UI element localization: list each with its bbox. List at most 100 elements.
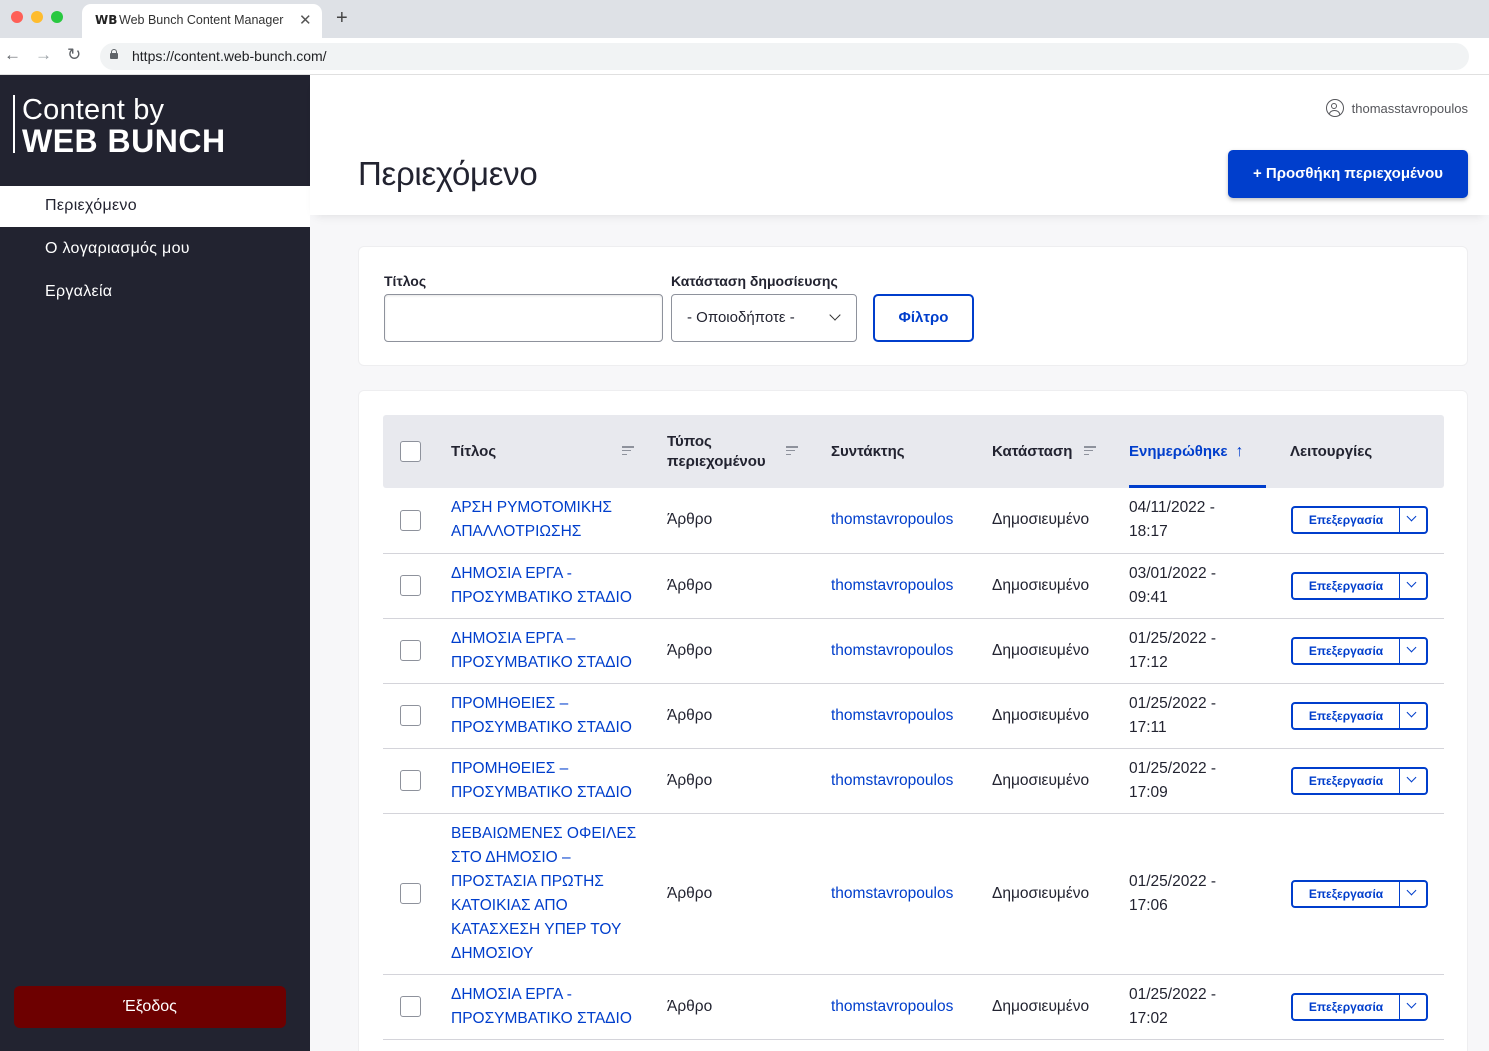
reload-icon[interactable]: ↻ [67, 45, 81, 65]
chevron-down-icon [1406, 642, 1417, 652]
page-title: Περιεχόμενο [358, 155, 538, 192]
row-title-link[interactable]: ΒΕΒΑΙΩΜΕΝΕΣ ΟΦΕΙΛΕΣ ΣΤΟ ΔΗΜΟΣΙΟ – ΠΡΟΣΤΑΣΙ… [451, 822, 667, 966]
title-filter-input[interactable] [384, 294, 663, 342]
back-arrow-icon[interactable]: ← [4, 45, 21, 65]
row-title-line: ΑΡΣΗ ΡΥΜΟΤΟΜΙΚΗΣ [451, 499, 612, 517]
operations-dropdown-button[interactable] [1400, 574, 1426, 598]
window-zoom-dot[interactable] [51, 11, 63, 23]
row-author-link[interactable]: thomstavropoulos [831, 511, 953, 528]
header-content-type[interactable]: Τύπος περιεχομένου [667, 415, 831, 488]
header-operations-label: Λειτουργίες [1290, 442, 1373, 460]
content-table-panel: Τίτλος Τύπος περιεχομένου Συντάκτης Κατά… [358, 390, 1468, 1051]
operations-dropdown-button[interactable] [1400, 508, 1426, 532]
row-author-link[interactable]: thomstavropoulos [831, 885, 953, 902]
logout-button[interactable]: Έξοδος [14, 986, 286, 1028]
row-updated-date: 01/25/2022 - [1129, 872, 1217, 890]
forward-arrow-icon[interactable]: → [35, 45, 52, 65]
row-checkbox[interactable] [400, 882, 421, 904]
url-field[interactable]: https://content.web-bunch.com/ [100, 43, 1469, 70]
edit-button[interactable]: Επεξεργασία [1293, 703, 1400, 728]
row-checkbox[interactable] [400, 574, 421, 596]
row-updated-date: 04/11/2022 - [1129, 499, 1215, 517]
table-header-row: Τίτλος Τύπος περιεχομένου Συντάκτης Κατά… [383, 415, 1444, 488]
row-updated-time: 17:09 [1129, 783, 1168, 801]
table-body: ΑΡΣΗ ΡΥΜΟΤΟΜΙΚΗΣ ΑΠΑΛΛΟΤΡΙΩΣΗΣ Άρθρο thom… [383, 488, 1444, 1040]
row-title-link[interactable]: ΔΗΜΟΣΙΑ ΕΡΓΑ - ΠΡΟΣΥΜΒΑΤΙΚΟ ΣΤΑΔΙΟ [451, 983, 667, 1031]
sidebar-item-my-account[interactable]: Ο λογαριασμός μου [0, 229, 310, 270]
row-title-link[interactable]: ΔΗΜΟΣΙΑ ΕΡΓΑ – ΠΡΟΣΥΜΒΑΤΙΚΟ ΣΤΑΔΙΟ [451, 627, 667, 675]
chevron-down-icon [1406, 885, 1417, 895]
add-content-button[interactable]: + Προσθήκη περιεχομένου [1228, 150, 1468, 198]
status-filter-select[interactable]: - Οποιοδήποτε - [671, 294, 857, 342]
row-title-line: ΒΕΒΑΙΩΜΕΝΕΣ ΟΦΕΙΛΕΣ [451, 824, 637, 842]
new-tab-icon[interactable]: + [336, 8, 348, 28]
edit-button[interactable]: Επεξεργασία [1293, 638, 1400, 663]
row-updated-date: 01/25/2022 - [1129, 694, 1217, 712]
filter-button[interactable]: Φίλτρο [873, 294, 974, 342]
row-author-link[interactable]: thomstavropoulos [831, 642, 953, 659]
row-type: Άρθρο [667, 553, 831, 619]
row-operations-cell: Επεξεργασία [1290, 618, 1444, 684]
browser-tab[interactable]: WB Web Bunch Content Manager ✕ [82, 4, 322, 38]
sort-icon [622, 446, 634, 456]
window-close-dot[interactable] [11, 11, 23, 23]
row-title-link[interactable]: ΑΡΣΗ ΡΥΜΟΤΟΜΙΚΗΣ ΑΠΑΛΛΟΤΡΙΩΣΗΣ [451, 496, 667, 544]
edit-button[interactable]: Επεξεργασία [1293, 573, 1400, 598]
logo[interactable]: Content by WEB BUNCH [13, 95, 226, 157]
sidebar-item-content[interactable]: Περιεχόμενο [0, 186, 310, 227]
row-checkbox[interactable] [400, 704, 421, 726]
header-author-label: Συντάκτης [831, 442, 905, 460]
row-updated-time: 17:02 [1129, 1009, 1168, 1027]
header-updated[interactable]: Ενημερώθηκε ↑ [1129, 415, 1290, 488]
operations-dropdown-button[interactable] [1400, 704, 1426, 728]
row-status: Δημοσιευμένο [992, 618, 1129, 684]
row-title-line: ΔΗΜΟΣΙΑ ΕΡΓΑ – [451, 629, 576, 647]
header-title[interactable]: Τίτλος [451, 415, 667, 488]
row-title-line: ΠΡΟΣΥΜΒΑΤΙΚΟ ΣΤΑΔΙΟ [451, 718, 632, 736]
row-title-cell: ΠΡΟΜΗΘΕΙΕΣ – ΠΡΟΣΥΜΒΑΤΙΚΟ ΣΤΑΔΙΟ [451, 748, 667, 814]
row-author-link[interactable]: thomstavropoulos [831, 998, 953, 1015]
row-checkbox[interactable] [400, 639, 421, 661]
row-operations: Επεξεργασία [1291, 506, 1428, 535]
row-title-link[interactable]: ΠΡΟΜΗΘΕΙΕΣ – ΠΡΟΣΥΜΒΑΤΙΚΟ ΣΤΑΔΙΟ [451, 692, 667, 740]
header-status[interactable]: Κατάσταση [992, 415, 1129, 488]
tab-close-icon[interactable]: ✕ [299, 11, 312, 29]
row-checkbox[interactable] [400, 995, 421, 1017]
row-title-cell: ΔΗΜΟΣΙΑ ΕΡΓΑ - ΠΡΟΣΥΜΒΑΤΙΚΟ ΣΤΑΔΙΟ [451, 553, 667, 619]
row-title-line: ΑΠΑΛΛΟΤΡΙΩΣΗΣ [451, 523, 582, 541]
operations-dropdown-button[interactable] [1400, 995, 1426, 1019]
row-author-cell: thomstavropoulos [831, 618, 992, 684]
row-author-cell: thomstavropoulos [831, 488, 992, 554]
row-author-link[interactable]: thomstavropoulos [831, 707, 953, 724]
row-select-cell [383, 748, 451, 814]
row-title-line: ΣΤΟ ΔΗΜΟΣΙΟ – [451, 848, 571, 866]
row-title-line: ΔΗΜΟΣΙΟΥ [451, 944, 534, 962]
row-title-line: ΠΡΟΣΤΑΣΙΑ ΠΡΩΤΗΣ [451, 872, 604, 890]
row-title-link[interactable]: ΠΡΟΜΗΘΕΙΕΣ – ΠΡΟΣΥΜΒΑΤΙΚΟ ΣΤΑΔΙΟ [451, 757, 667, 805]
chevron-down-icon [1406, 998, 1417, 1008]
operations-dropdown-button[interactable] [1400, 769, 1426, 793]
edit-button[interactable]: Επεξεργασία [1293, 768, 1400, 793]
row-author-link[interactable]: thomstavropoulos [831, 772, 953, 789]
select-all-checkbox[interactable] [400, 441, 421, 462]
row-checkbox[interactable] [400, 769, 421, 791]
row-checkbox[interactable] [400, 509, 421, 531]
window-minimize-dot[interactable] [31, 11, 43, 23]
header-operations: Λειτουργίες [1290, 415, 1444, 488]
row-updated-cell: 01/25/2022 - 17:09 [1129, 748, 1290, 814]
row-select-cell [383, 488, 451, 554]
row-title-line: ΔΗΜΟΣΙΑ ΕΡΓΑ - [451, 564, 572, 582]
operations-dropdown-button[interactable] [1400, 882, 1426, 906]
user-menu[interactable]: thomasstavropoulos [1325, 99, 1468, 117]
edit-button[interactable]: Επεξεργασία [1293, 881, 1400, 906]
edit-button[interactable]: Επεξεργασία [1293, 508, 1400, 533]
header-type-label-2: περιεχομένου [667, 452, 766, 470]
row-title-link[interactable]: ΔΗΜΟΣΙΑ ΕΡΓΑ - ΠΡΟΣΥΜΒΑΤΙΚΟ ΣΤΑΔΙΟ [451, 562, 667, 610]
operations-dropdown-button[interactable] [1400, 639, 1426, 663]
table-row: ΑΡΣΗ ΡΥΜΟΤΟΜΙΚΗΣ ΑΠΑΛΛΟΤΡΙΩΣΗΣ Άρθρο thom… [383, 488, 1444, 554]
sidebar-item-tools[interactable]: Εργαλεία [0, 272, 310, 313]
row-author-link[interactable]: thomstavropoulos [831, 577, 953, 594]
row-title-line: ΠΡΟΣΥΜΒΑΤΙΚΟ ΣΤΑΔΙΟ [451, 783, 632, 801]
edit-button[interactable]: Επεξεργασία [1293, 994, 1400, 1019]
user-circle-icon [1325, 99, 1344, 117]
